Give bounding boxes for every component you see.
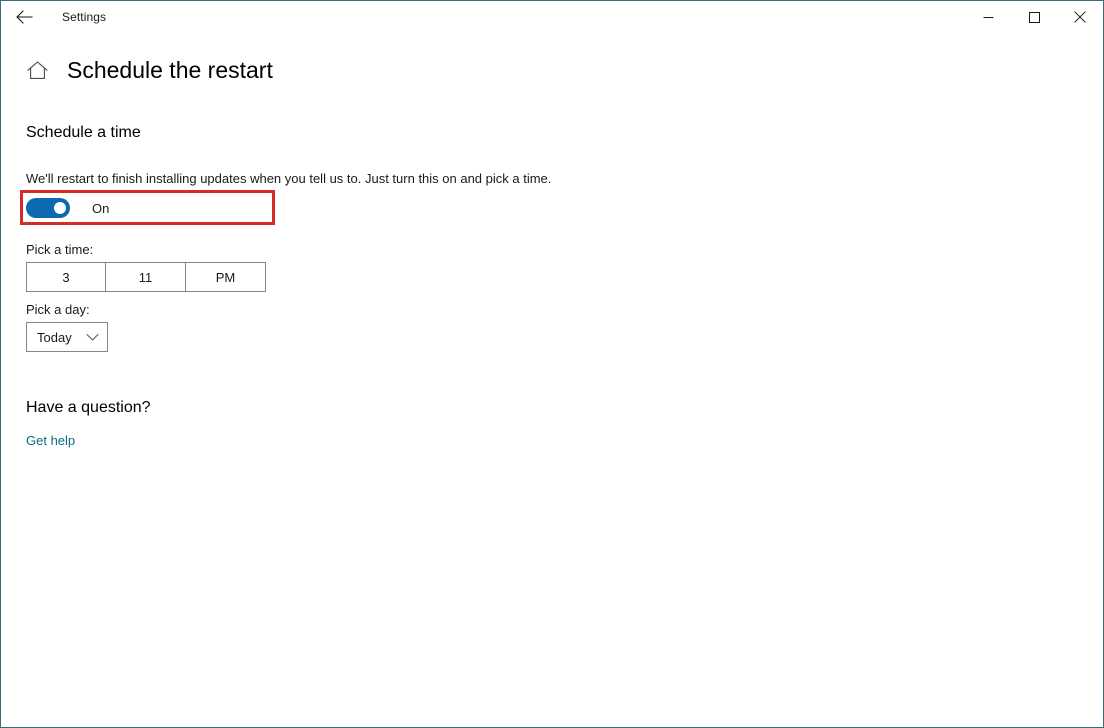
schedule-toggle[interactable]	[26, 198, 70, 218]
maximize-icon	[1028, 11, 1040, 23]
minimize-button[interactable]	[965, 1, 1011, 33]
time-picker: 3 11 PM	[26, 262, 266, 292]
page-header: Schedule the restart	[26, 56, 273, 84]
minimize-icon	[983, 12, 994, 23]
day-dropdown-value: Today	[37, 329, 72, 345]
hour-field[interactable]: 3	[26, 262, 106, 292]
title-bar: Settings	[1, 1, 1103, 33]
pick-a-time-label: Pick a time:	[26, 242, 94, 257]
page-title: Schedule the restart	[67, 57, 273, 83]
get-help-link[interactable]: Get help	[26, 432, 75, 449]
section-heading: Schedule a time	[26, 124, 141, 141]
settings-window: Settings Schedule the restart Schedule a…	[0, 0, 1104, 728]
chevron-down-icon	[85, 330, 99, 344]
toggle-knob	[54, 202, 66, 214]
close-icon	[1074, 11, 1086, 23]
close-button[interactable]	[1057, 1, 1103, 33]
page-content: Schedule the restart Schedule a time We'…	[1, 33, 1103, 727]
back-arrow-icon	[15, 10, 33, 24]
minute-field[interactable]: 11	[106, 262, 186, 292]
schedule-toggle-row: On	[26, 197, 109, 219]
day-dropdown[interactable]: Today	[26, 322, 108, 352]
pick-a-day-label: Pick a day:	[26, 302, 90, 317]
section-description: We'll restart to finish installing updat…	[26, 171, 552, 186]
app-title: Settings	[62, 10, 107, 24]
caption-buttons	[965, 1, 1103, 33]
back-button[interactable]	[1, 1, 47, 33]
toggle-state-label: On	[92, 200, 110, 216]
maximize-button[interactable]	[1011, 1, 1057, 33]
have-a-question-heading: Have a question?	[26, 399, 151, 416]
home-icon[interactable]	[26, 59, 48, 81]
period-field[interactable]: PM	[186, 262, 266, 292]
